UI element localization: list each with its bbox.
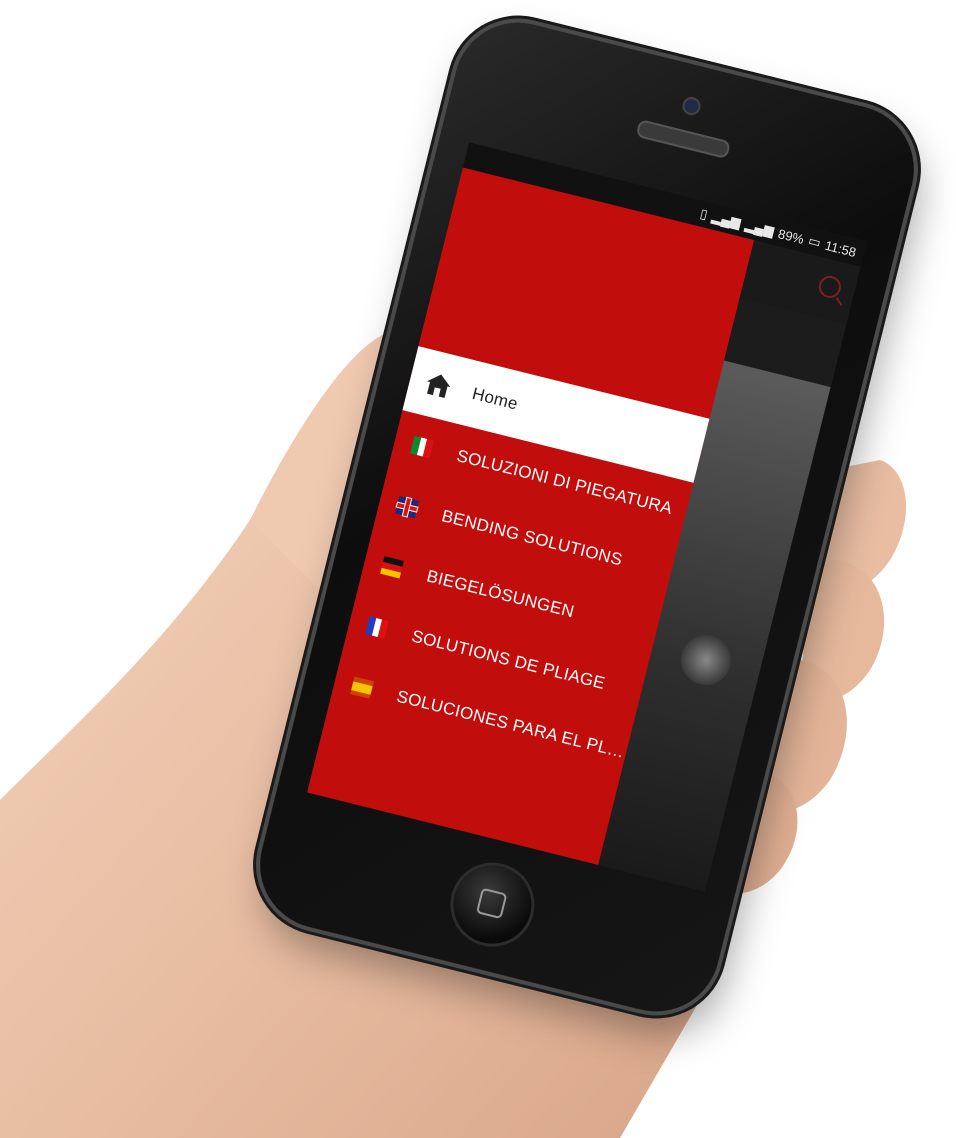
signal-4g-icon: ▂▄▆: [743, 216, 776, 239]
clock: 11:58: [823, 237, 858, 260]
home-button-square-icon: [475, 887, 508, 920]
battery-icon: ▭: [806, 232, 823, 251]
front-camera: [680, 95, 703, 117]
vibrate-icon: ▯: [698, 205, 710, 222]
battery-percent: 89%: [776, 225, 806, 247]
flag-germany-icon: [376, 552, 411, 583]
hardware-home-button[interactable]: [441, 853, 544, 956]
flag-italy-icon: [406, 432, 441, 463]
search-icon[interactable]: [816, 273, 844, 301]
earpiece-speaker: [635, 118, 732, 160]
scene: ▯ ▂▄▆ ▂▄▆ 89% ▭ 11:58 Home SOLUZIONI DI …: [0, 0, 956, 1138]
flag-spain-icon: [346, 673, 381, 704]
home-icon: [421, 370, 456, 401]
flag-france-icon: [361, 612, 396, 643]
drawer-item-label: Home: [470, 383, 521, 414]
flag-uk-icon: [391, 492, 426, 523]
signal-icon: ▂▄▆: [710, 208, 743, 231]
machine-knob: [675, 629, 737, 691]
